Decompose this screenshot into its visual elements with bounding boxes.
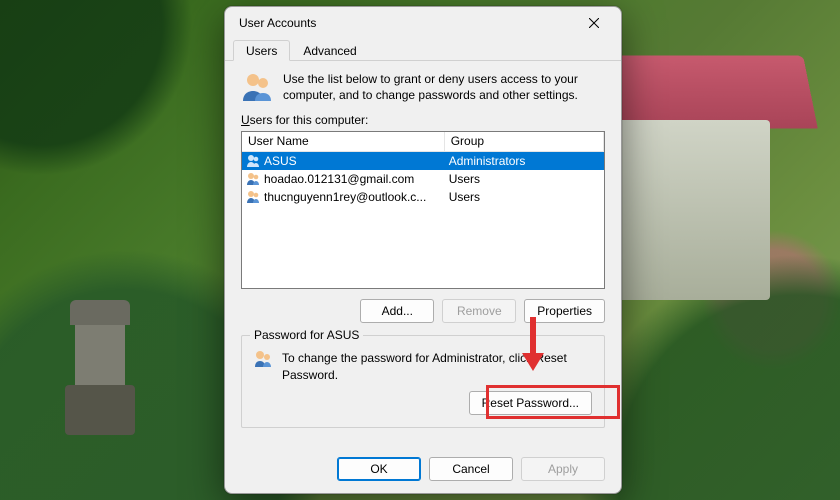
window-title: User Accounts xyxy=(239,16,316,30)
tab-content: Use the list below to grant or deny user… xyxy=(225,61,621,447)
table-row[interactable]: ASUS Administrators xyxy=(242,152,604,170)
user-accounts-window: User Accounts Users Advanced Use the lis… xyxy=(224,6,622,494)
users-list-header: User Name Group xyxy=(242,132,604,152)
tab-users[interactable]: Users xyxy=(233,40,290,61)
users-button-row: Add... Remove Properties xyxy=(241,299,605,323)
ok-button[interactable]: OK xyxy=(337,457,421,481)
cell-group: Administrators xyxy=(449,154,526,168)
password-group: Password for ASUS To change the password… xyxy=(241,335,605,427)
cell-username: hoadao.012131@gmail.com xyxy=(264,172,414,186)
dialog-footer: OK Cancel Apply xyxy=(225,447,621,493)
intro-row: Use the list below to grant or deny user… xyxy=(241,71,605,103)
users-list-label-text: sers for this computer: xyxy=(250,113,369,127)
remove-button: Remove xyxy=(442,299,516,323)
tab-strip: Users Advanced xyxy=(225,39,621,61)
reset-password-button[interactable]: Reset Password... xyxy=(469,391,592,415)
cancel-button[interactable]: Cancel xyxy=(429,457,513,481)
close-button[interactable] xyxy=(571,8,617,38)
close-icon xyxy=(589,18,599,28)
users-list-label: Users for this computer: xyxy=(241,113,605,127)
cell-username: thucnguyenn1rey@outlook.c... xyxy=(264,190,426,204)
cell-group: Users xyxy=(449,190,480,204)
users-list[interactable]: User Name Group ASUS Administrators hoadao… xyxy=(241,131,605,289)
titlebar: User Accounts xyxy=(225,7,621,39)
properties-button[interactable]: Properties xyxy=(524,299,605,323)
users-icon xyxy=(241,71,273,103)
column-username[interactable]: User Name xyxy=(242,132,445,152)
column-group[interactable]: Group xyxy=(445,132,604,152)
user-icon xyxy=(246,154,260,168)
apply-button: Apply xyxy=(521,457,605,481)
wallpaper-lantern xyxy=(60,300,140,440)
password-group-title: Password for ASUS xyxy=(250,328,363,342)
tab-advanced[interactable]: Advanced xyxy=(290,40,369,61)
key-users-icon xyxy=(254,350,272,368)
cell-username: ASUS xyxy=(264,154,297,168)
password-text: To change the password for Administrator… xyxy=(282,350,592,382)
table-row[interactable]: thucnguyenn1rey@outlook.c... Users xyxy=(242,188,604,206)
user-icon xyxy=(246,172,260,186)
cell-group: Users xyxy=(449,172,480,186)
add-button[interactable]: Add... xyxy=(360,299,434,323)
user-icon xyxy=(246,190,260,204)
intro-text: Use the list below to grant or deny user… xyxy=(283,71,605,103)
table-row[interactable]: hoadao.012131@gmail.com Users xyxy=(242,170,604,188)
